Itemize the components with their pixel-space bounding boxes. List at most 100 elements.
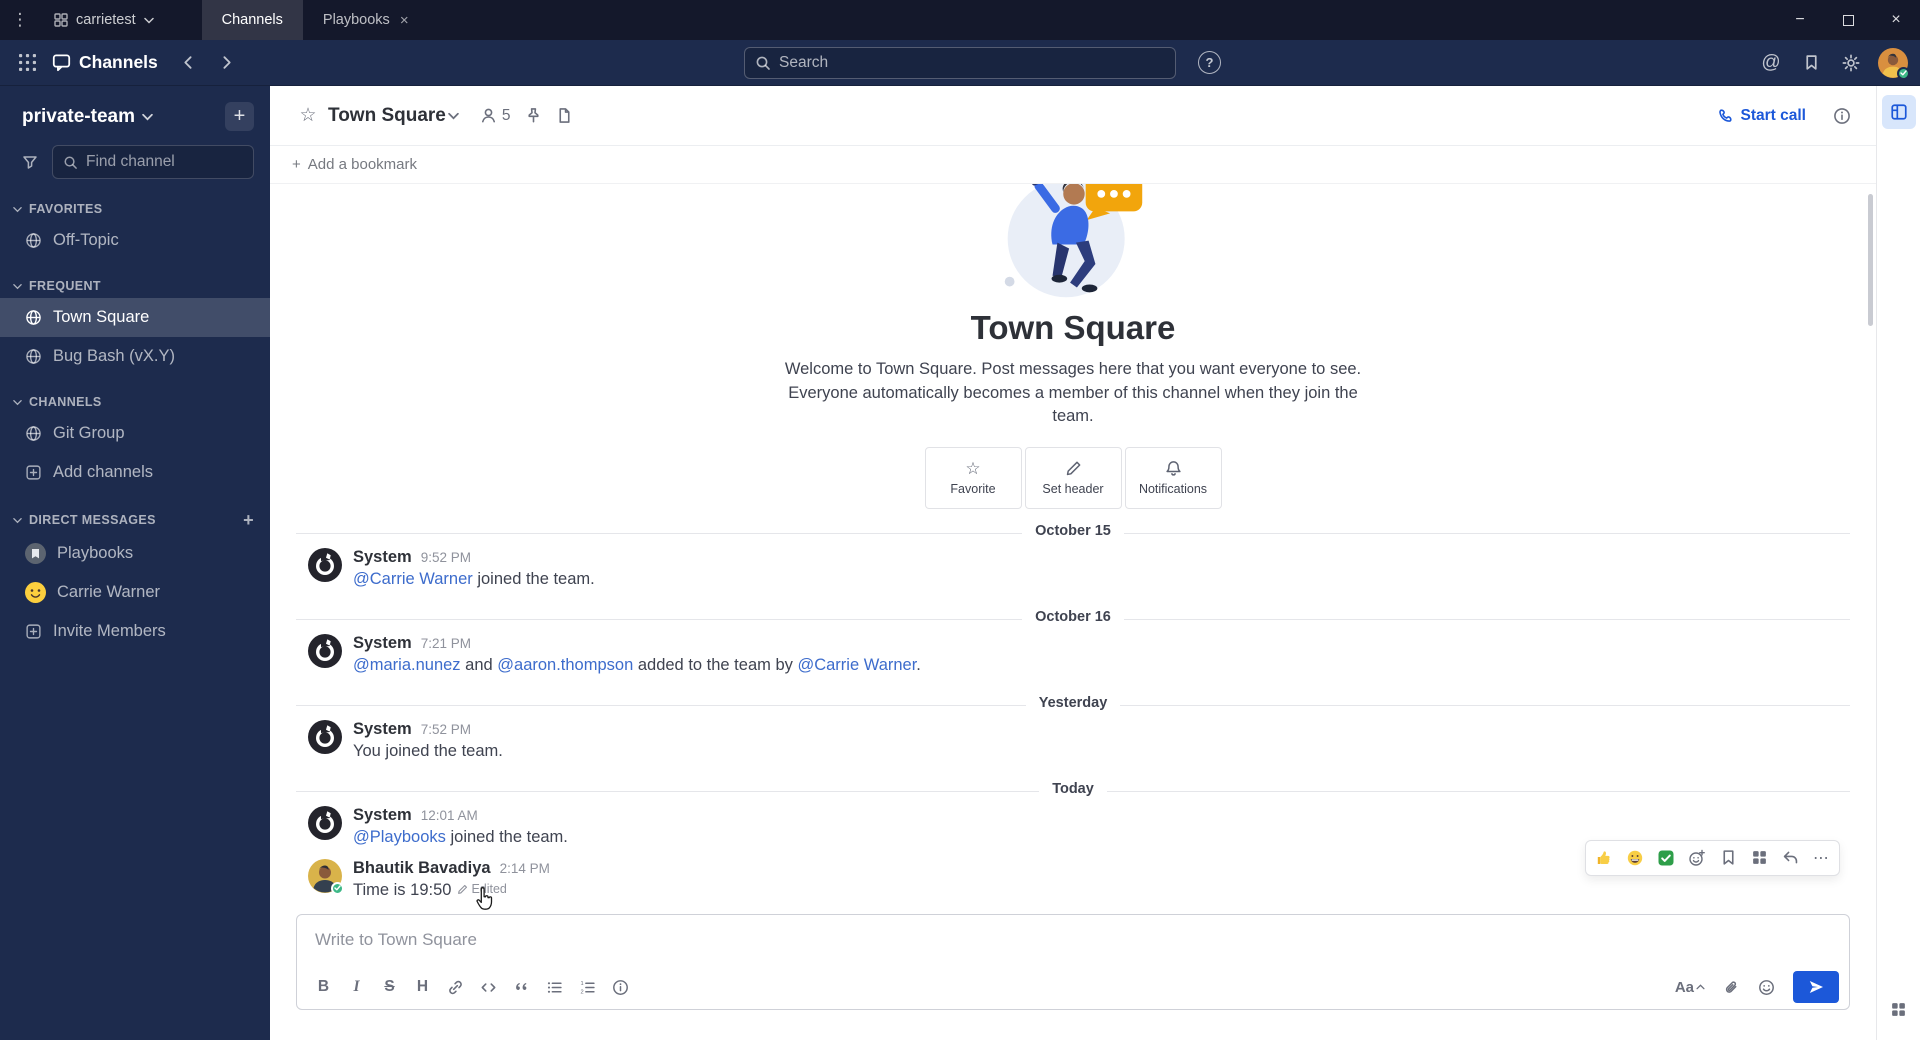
- minimize-button[interactable]: −: [1776, 0, 1824, 40]
- pinned-posts-icon[interactable]: [518, 100, 549, 132]
- attach-file-icon[interactable]: [1715, 971, 1748, 1003]
- sidebar-item-invite-members[interactable]: Invite Members: [0, 612, 270, 651]
- mention-link[interactable]: @maria.nunez: [353, 656, 461, 674]
- reply-icon[interactable]: [1775, 844, 1805, 872]
- formatting-help-icon[interactable]: [604, 971, 637, 1003]
- section-favorites-header[interactable]: FAVORITES: [0, 199, 270, 221]
- window-controls: − ×: [1776, 0, 1920, 40]
- chevron-down-icon: [448, 112, 459, 120]
- message-text-part: Time is 19:50: [353, 880, 452, 899]
- apps-grid-icon[interactable]: [1882, 992, 1916, 1026]
- set-header-button[interactable]: Set header: [1024, 446, 1122, 509]
- members-button[interactable]: 5: [473, 100, 518, 132]
- plus-box-icon: [25, 623, 42, 640]
- favorite-button[interactable]: ☆ Favorite: [924, 446, 1022, 509]
- tab-playbooks[interactable]: Playbooks ×: [303, 0, 429, 40]
- find-channel-input[interactable]: Find channel: [52, 145, 254, 179]
- message-list[interactable]: Town Square Welcome to Town Square. Post…: [270, 184, 1876, 908]
- hide-formatting-toggle[interactable]: Aa: [1667, 971, 1713, 1003]
- app-menu-icon[interactable]: ⋮: [0, 10, 40, 30]
- message-sender[interactable]: System: [353, 720, 412, 739]
- system-message[interactable]: System 7:52 PM You joined the team.: [270, 715, 1876, 767]
- save-message-icon[interactable]: [1713, 844, 1743, 872]
- server-selector[interactable]: carrietest: [40, 0, 168, 40]
- add-reaction-icon[interactable]: [1682, 844, 1712, 872]
- settings-gear-icon[interactable]: [1834, 46, 1868, 80]
- edited-indicator[interactable]: Edited: [457, 881, 507, 898]
- add-bookmark-bar[interactable]: + Add a bookmark: [270, 146, 1876, 184]
- add-direct-message-icon[interactable]: +: [243, 511, 254, 529]
- sidebar-item-git-group[interactable]: Git Group: [0, 414, 270, 453]
- message-sender[interactable]: System: [353, 548, 412, 567]
- message-text-part: You joined the team.: [353, 742, 503, 761]
- tab-close-icon[interactable]: ×: [400, 12, 409, 29]
- aa-label: Aa: [1674, 978, 1694, 996]
- more-actions-icon[interactable]: ⋯: [1806, 844, 1836, 872]
- strikethrough-icon[interactable]: S: [373, 971, 406, 1003]
- channel-title[interactable]: Town Square: [328, 105, 446, 127]
- sidebar-item-add-channels[interactable]: Add channels: [0, 453, 270, 492]
- boards-app-icon[interactable]: [1881, 95, 1916, 129]
- user-avatar[interactable]: [1878, 47, 1910, 80]
- tab-channels[interactable]: Channels: [201, 0, 303, 40]
- numbered-list-icon[interactable]: 12: [571, 971, 604, 1003]
- sidebar-item-town-square[interactable]: Town Square: [0, 298, 270, 337]
- system-message[interactable]: System 9:52 PM @Carrie Warner joined the…: [270, 543, 1876, 595]
- mentions-icon[interactable]: @: [1754, 46, 1788, 80]
- italic-icon[interactable]: I: [340, 971, 373, 1003]
- link-icon[interactable]: [439, 971, 472, 1003]
- user-avatar[interactable]: [308, 858, 344, 895]
- sidebar-item-carrie-warner[interactable]: Carrie Warner: [0, 573, 270, 612]
- favorite-star-icon[interactable]: ☆: [292, 100, 324, 132]
- product-switcher-icon[interactable]: [10, 46, 44, 80]
- thumbsup-reaction-icon[interactable]: [1589, 844, 1619, 872]
- tab-channels-label: Channels: [221, 12, 283, 28]
- bullet-list-icon[interactable]: [538, 971, 571, 1003]
- maximize-button[interactable]: [1824, 0, 1872, 40]
- channel-files-icon[interactable]: [549, 100, 580, 132]
- channel-info-icon[interactable]: [1826, 100, 1858, 132]
- bold-icon[interactable]: B: [307, 971, 340, 1003]
- code-icon[interactable]: [472, 971, 505, 1003]
- section-channels-header[interactable]: CHANNELS: [0, 392, 270, 414]
- sidebar-item-playbooks-dm[interactable]: Playbooks: [0, 534, 270, 573]
- send-button[interactable]: [1793, 971, 1839, 1003]
- quote-icon[interactable]: [505, 971, 538, 1003]
- notifications-button[interactable]: Notifications: [1124, 446, 1222, 509]
- scrollbar-thumb[interactable]: [1868, 194, 1873, 326]
- mention-link[interactable]: @Playbooks: [353, 828, 446, 846]
- history-forward-icon[interactable]: [210, 46, 244, 80]
- heading-icon[interactable]: H: [406, 971, 439, 1003]
- emoji-picker-icon[interactable]: [1750, 971, 1783, 1003]
- sidebar-item-off-topic[interactable]: Off-Topic: [0, 221, 270, 260]
- find-channel-placeholder: Find channel: [86, 153, 175, 170]
- start-call-button[interactable]: Start call: [1708, 101, 1816, 131]
- playbooks-bot-avatar: [25, 543, 46, 564]
- check-reaction-icon[interactable]: [1651, 844, 1681, 872]
- section-dms-header[interactable]: DIRECT MESSAGES +: [0, 508, 270, 534]
- section-frequent-label: FREQUENT: [29, 279, 101, 293]
- filter-icon[interactable]: [16, 148, 44, 176]
- mention-link[interactable]: @aaron.thompson: [497, 656, 633, 674]
- message-sender[interactable]: System: [353, 806, 412, 825]
- system-message[interactable]: System 7:21 PM @maria.nunez and @aaron.t…: [270, 629, 1876, 681]
- saved-posts-icon[interactable]: [1794, 46, 1828, 80]
- search-input[interactable]: Search: [744, 46, 1176, 79]
- history-back-icon[interactable]: [172, 46, 206, 80]
- section-channels: CHANNELS Git Group Add channels: [0, 392, 270, 492]
- message-sender[interactable]: Bhautik Bavadiya: [353, 859, 491, 878]
- user-message[interactable]: ⋯ Bhautik Bavadiya 2:14 PM Time is 19:50…: [270, 839, 1876, 906]
- add-channel-button[interactable]: +: [225, 102, 254, 131]
- message-sender[interactable]: System: [353, 634, 412, 653]
- mention-link[interactable]: @Carrie Warner: [353, 570, 473, 588]
- help-icon[interactable]: ?: [1198, 51, 1221, 74]
- close-button[interactable]: ×: [1872, 0, 1920, 40]
- mention-link[interactable]: @Carrie Warner: [797, 656, 916, 674]
- smile-reaction-icon[interactable]: [1620, 844, 1650, 872]
- message-input[interactable]: Write to Town Square: [297, 915, 1849, 965]
- section-frequent-header[interactable]: FREQUENT: [0, 276, 270, 298]
- message-actions-icon[interactable]: [1744, 844, 1774, 872]
- team-header[interactable]: private-team +: [0, 86, 270, 143]
- sidebar-item-bug-bash[interactable]: Bug Bash (vX.Y): [0, 337, 270, 376]
- date-divider-label: Today: [1039, 781, 1107, 798]
